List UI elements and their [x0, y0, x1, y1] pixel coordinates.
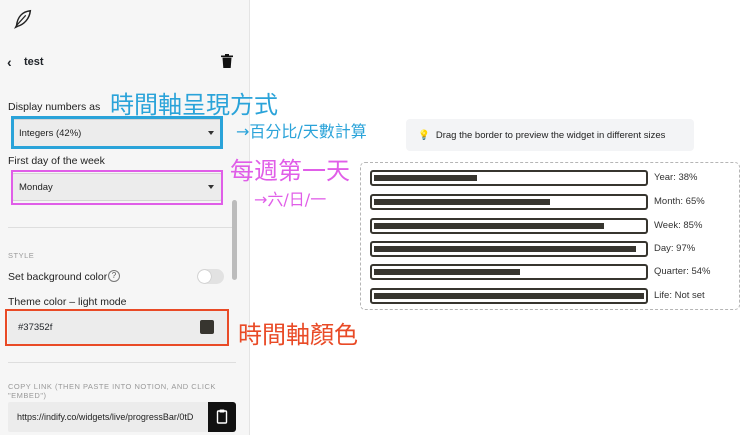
- annotation-first-day-sub: →六/日/一: [254, 190, 327, 209]
- progress-row: Life: Not set: [370, 288, 705, 304]
- progress-fill: [374, 269, 520, 275]
- progress-track: [370, 194, 648, 210]
- trash-icon[interactable]: [221, 54, 233, 68]
- preview-tip: 💡 Drag the border to preview the widget i…: [406, 119, 694, 151]
- progress-track: [370, 218, 648, 234]
- clipboard-icon: [216, 409, 228, 424]
- progress-fill: [374, 199, 550, 205]
- annotation-box-display-mode: [11, 116, 223, 149]
- progress-row: Day: 97%: [370, 241, 695, 257]
- copy-link-heading: COPY LINK (THEN PASTE INTO NOTION, AND C…: [8, 382, 216, 400]
- progress-row: Month: 65%: [370, 194, 705, 210]
- copy-link-button[interactable]: [208, 402, 236, 432]
- scrollbar-thumb[interactable]: [232, 200, 237, 280]
- lightbulb-icon: 💡: [418, 130, 430, 141]
- feather-logo-icon[interactable]: [12, 8, 34, 30]
- widget-link-field[interactable]: https://indify.co/widgets/live/progressB…: [8, 402, 208, 432]
- progress-fill: [374, 223, 604, 229]
- progress-row: Quarter: 54%: [370, 264, 711, 280]
- annotation-display-mode: 時間軸呈現方式: [110, 91, 278, 119]
- progress-label: Day: 97%: [654, 243, 696, 254]
- divider: [8, 227, 236, 228]
- preview-tip-text: Drag the border to preview the widget in…: [435, 130, 666, 141]
- first-day-label: First day of the week: [8, 155, 105, 167]
- progress-label: Life: Not set: [654, 290, 705, 301]
- toggle-knob: [198, 270, 211, 283]
- progress-fill: [374, 246, 636, 252]
- annotation-box-first-day: [11, 170, 223, 205]
- progress-label: Quarter: 54%: [654, 266, 711, 277]
- progress-row: Week: 85%: [370, 218, 702, 234]
- style-section-heading: STYLE: [8, 251, 35, 260]
- progress-fill: [374, 293, 644, 299]
- progress-label: Year: 38%: [654, 172, 698, 183]
- progress-fill: [374, 175, 477, 181]
- background-color-label: Set background color: [8, 271, 108, 283]
- progress-label: Week: 85%: [654, 220, 703, 231]
- progress-label: Month: 65%: [654, 196, 705, 207]
- annotation-first-day: 每週第一天: [230, 157, 350, 185]
- annotation-color: 時間軸顏色: [238, 321, 358, 349]
- widget-header: ‹ test: [0, 48, 250, 76]
- background-color-toggle[interactable]: [197, 269, 224, 284]
- display-numbers-label: Display numbers as: [8, 101, 101, 113]
- progress-row: Year: 38%: [370, 170, 698, 186]
- theme-color-label: Theme color – light mode: [8, 296, 127, 308]
- progress-track: [370, 264, 648, 280]
- settings-sidebar: ‹ test Display numbers as Integers (42%)…: [0, 0, 250, 435]
- progress-track: [370, 288, 648, 304]
- divider: [8, 362, 236, 363]
- back-arrow-icon[interactable]: ‹: [7, 54, 12, 70]
- progress-track: [370, 170, 648, 186]
- annotation-box-color: [5, 309, 229, 346]
- progress-track: [370, 241, 648, 257]
- help-icon[interactable]: ?: [108, 270, 120, 282]
- widget-title: test: [24, 56, 44, 68]
- annotation-display-mode-sub: →百分比/天數計算: [236, 122, 367, 141]
- progress-bar-widget-preview[interactable]: Year: 38% Month: 65% Week: 85% Day: 97% Quar…: [360, 162, 740, 310]
